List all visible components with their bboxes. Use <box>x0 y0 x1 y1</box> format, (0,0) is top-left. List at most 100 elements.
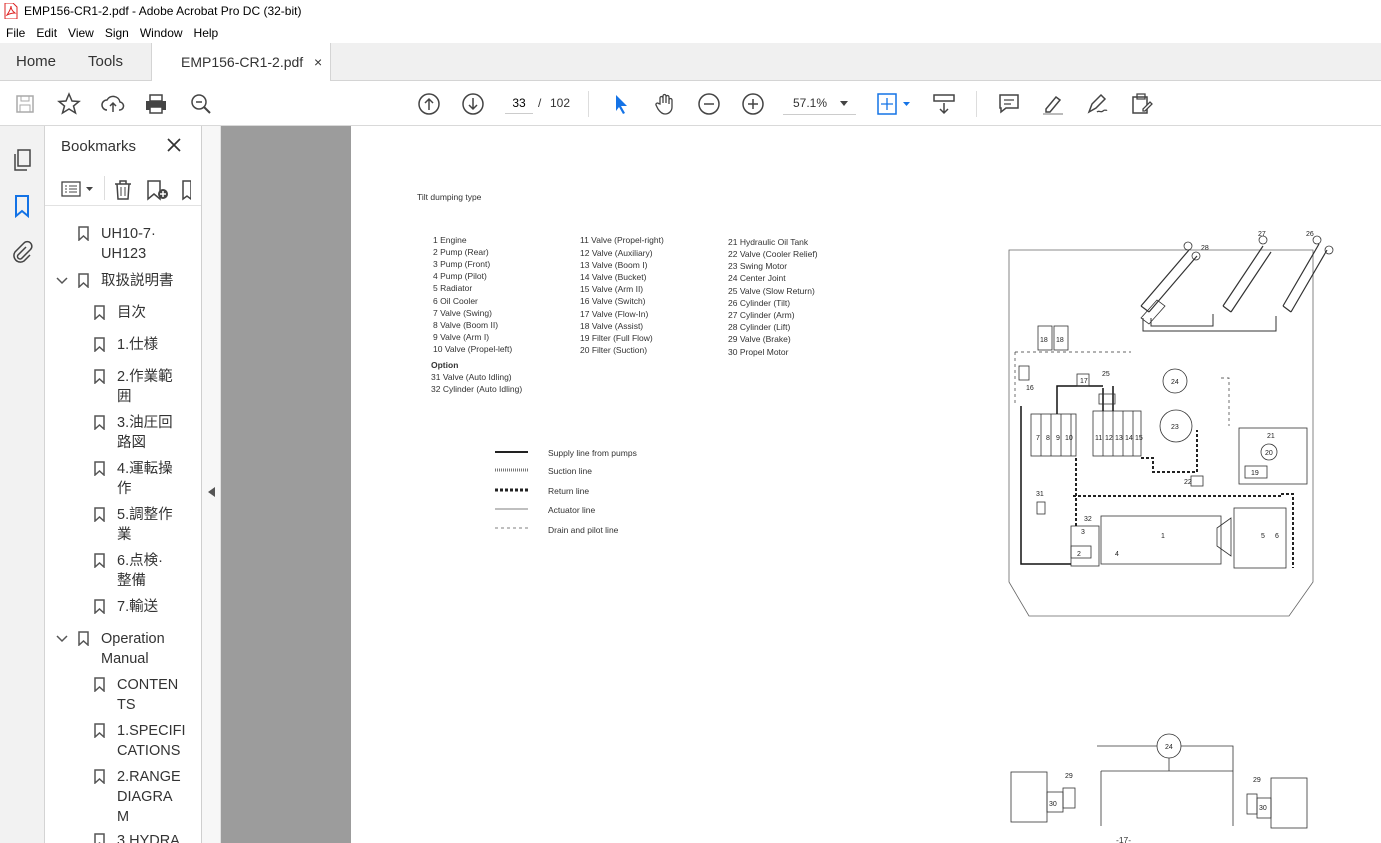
part-item: 8 Valve (Boom II) <box>433 320 499 330</box>
bookmark-icon <box>78 226 89 241</box>
bookmark-item-transport-jp[interactable]: 7.輸送 <box>117 597 158 617</box>
left-navigation-rail <box>0 126 45 843</box>
bookmark-item-range-jp[interactable]: 2.作業範 囲 <box>117 367 173 407</box>
bookmark-options-icon[interactable] <box>61 180 95 203</box>
chevron-down-icon <box>840 101 848 106</box>
bookmark-panel-icon[interactable] <box>12 194 32 223</box>
zoom-out-icon[interactable] <box>696 91 722 117</box>
svg-text:13: 13 <box>1115 435 1123 442</box>
menu-sign[interactable]: Sign <box>99 26 134 40</box>
part-item: 30 Propel Motor <box>728 347 789 357</box>
part-item: 16 Valve (Switch) <box>580 296 646 306</box>
chevron-down-icon[interactable] <box>56 635 68 643</box>
menu-view[interactable]: View <box>62 26 99 40</box>
page-thumbnails-icon[interactable] <box>11 148 33 177</box>
window-title: EMP156-CR1-2.pdf - Adobe Acrobat Pro DC … <box>24 4 302 18</box>
part-item: 3 Pump (Front) <box>433 259 491 269</box>
next-page-icon[interactable] <box>460 91 486 117</box>
svg-text:29: 29 <box>1065 773 1073 780</box>
page-separator: / <box>538 96 542 110</box>
tab-home[interactable]: Home <box>16 43 56 81</box>
bookmark-item-hydraulic-jp[interactable]: 3.油圧回 路図 <box>117 413 173 453</box>
delete-bookmark-icon[interactable] <box>113 179 133 206</box>
svg-text:8: 8 <box>1046 435 1050 442</box>
bookmark-icon <box>94 369 105 384</box>
previous-page-icon[interactable] <box>416 91 442 117</box>
legend-supply: Supply line from pumps <box>548 448 637 458</box>
part-item: 10 Valve (Propel-left) <box>433 344 513 354</box>
bookmark-item-contents-jp[interactable]: 目次 <box>117 303 146 323</box>
svg-text:1: 1 <box>1161 533 1165 540</box>
zoom-in-icon[interactable] <box>740 91 766 117</box>
document-background <box>221 126 351 843</box>
close-icon[interactable] <box>167 138 181 157</box>
bookmark-item-operation-jp[interactable]: 4.運転操 作 <box>117 459 173 499</box>
bookmark-item-spec-jp[interactable]: 1.仕様 <box>117 335 158 355</box>
pdf-page: Tilt dumping type 1 Engine 2 Pump (Rear)… <box>351 126 1381 843</box>
part-item: 24 Center Joint <box>728 273 786 283</box>
bookmark-icon <box>94 305 105 320</box>
bookmark-item-specifications[interactable]: 1.SPECIFI CATIONS <box>117 721 186 761</box>
bookmark-icon <box>94 337 105 352</box>
bookmark-item-uh10[interactable]: UH10-7· UH123 <box>101 224 156 264</box>
zoom-dropdown[interactable]: 57.1% <box>783 93 856 115</box>
edit-pdf-icon[interactable] <box>1128 91 1154 117</box>
chevron-down-icon[interactable] <box>56 277 68 285</box>
panel-collapse-handle[interactable] <box>202 126 221 843</box>
bookmark-item-adjust-jp[interactable]: 5.調整作 業 <box>117 505 173 545</box>
zoom-search-icon[interactable] <box>188 91 214 117</box>
bookmark-icon <box>94 723 105 738</box>
bookmark-item-manual-jp[interactable]: 取扱説明書 <box>101 271 174 291</box>
select-cursor-icon[interactable] <box>608 91 634 117</box>
bookmark-icon <box>94 599 105 614</box>
menu-edit[interactable]: Edit <box>30 26 62 40</box>
part-item: 5 Radiator <box>433 283 473 293</box>
svg-text:12: 12 <box>1105 435 1113 442</box>
part-item: 7 Valve (Swing) <box>433 308 492 318</box>
expand-bookmark-icon[interactable] <box>181 179 192 206</box>
attachment-icon[interactable] <box>11 240 33 269</box>
bookmark-icon <box>94 461 105 476</box>
bookmark-item-inspection-jp[interactable]: 6.点検· 整備 <box>117 551 163 591</box>
fit-page-icon[interactable] <box>875 91 913 117</box>
bookmark-icon <box>94 677 105 692</box>
legend-suction: Suction line <box>548 466 592 476</box>
svg-text:30: 30 <box>1259 805 1267 812</box>
bookmarks-panel: Bookmarks UH10-7· UH123 取扱説明書 目次 1.仕様 2.… <box>45 126 202 843</box>
page-number-input[interactable] <box>505 92 533 114</box>
svg-text:16: 16 <box>1026 385 1034 392</box>
svg-text:25: 25 <box>1102 371 1110 378</box>
part-item: 12 Valve (Auxiliary) <box>580 248 653 258</box>
tab-document[interactable]: EMP156-CR1-2.pdf × <box>151 43 331 82</box>
option-label: Option <box>431 360 459 370</box>
hand-tool-icon[interactable] <box>652 91 678 117</box>
svg-text:5: 5 <box>1261 533 1265 540</box>
tab-tools[interactable]: Tools <box>88 43 123 81</box>
menu-file[interactable]: File <box>0 26 30 40</box>
legend-return: Return line <box>548 486 590 496</box>
scroll-mode-icon[interactable] <box>931 91 957 117</box>
upload-cloud-icon[interactable] <box>100 91 126 117</box>
print-icon[interactable] <box>143 91 169 117</box>
part-item: 20 Filter (Suction) <box>580 345 648 355</box>
title-bar: EMP156-CR1-2.pdf - Adobe Acrobat Pro DC … <box>0 0 1381 22</box>
highlight-pen-icon[interactable] <box>1040 91 1066 117</box>
save-icon[interactable] <box>12 91 38 117</box>
tab-close-icon[interactable]: × <box>314 43 322 81</box>
menu-help[interactable]: Help <box>188 26 224 40</box>
star-icon[interactable] <box>56 91 82 117</box>
svg-text:4: 4 <box>1115 551 1119 558</box>
legend-line-samples <box>495 451 528 529</box>
bookmark-item-contents[interactable]: CONTEN TS <box>117 675 178 715</box>
bookmark-item-range-diagram[interactable]: 2.RANGE DIAGRA M <box>117 767 181 827</box>
bookmark-icon <box>94 415 105 430</box>
part-item: 6 Oil Cooler <box>433 296 478 306</box>
sign-pen-icon[interactable] <box>1084 91 1110 117</box>
new-bookmark-icon[interactable] <box>146 179 170 206</box>
svg-text:6: 6 <box>1275 533 1279 540</box>
menu-window[interactable]: Window <box>134 26 188 40</box>
bookmark-item-hydraulic[interactable]: 3.HYDRA <box>117 831 180 843</box>
part-item: 2 Pump (Rear) <box>433 247 489 257</box>
comment-icon[interactable] <box>996 91 1022 117</box>
bookmark-item-operation-manual[interactable]: Operation Manual <box>101 629 165 669</box>
